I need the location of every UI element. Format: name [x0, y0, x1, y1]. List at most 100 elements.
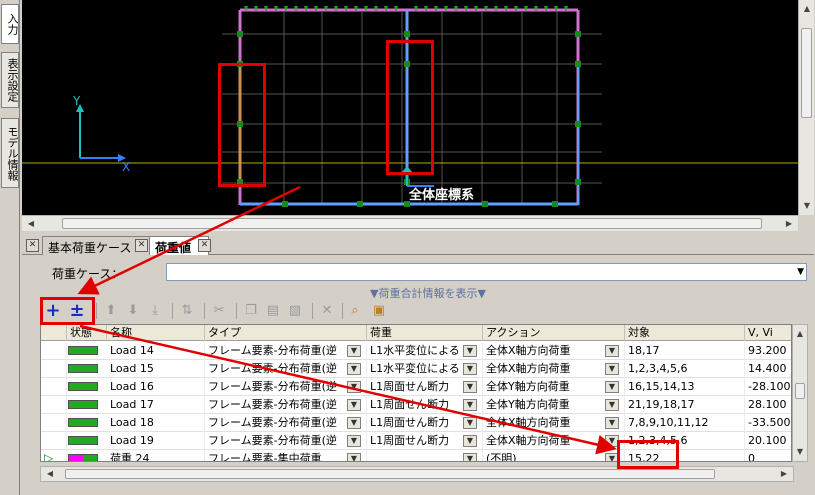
cell-target[interactable]: 21,19,18,17	[625, 396, 745, 414]
scroll-right-icon[interactable]: ▶	[777, 467, 791, 481]
cell-target[interactable]: 16,15,14,13	[625, 378, 745, 396]
side-tab-display-settings[interactable]: 表示設定	[1, 52, 19, 108]
cell-action[interactable]: (不明) ▼	[483, 450, 625, 461]
chevron-down-icon[interactable]: ▼	[463, 381, 477, 393]
table-row[interactable]: Load 15 フレーム要素-分布荷重(逆 ▼ L1水平変位による ▼ 全体X軸方向荷重 ▼…	[41, 360, 791, 378]
view-vscroll-thumb[interactable]	[801, 28, 812, 118]
view-horizontal-scrollbar[interactable]: ◀ ▶	[22, 215, 798, 231]
chevron-down-icon[interactable]: ▼	[463, 345, 477, 357]
copy-icon[interactable]: ❐	[242, 302, 260, 320]
grid-vertical-scrollbar[interactable]: ▲ ▼	[792, 324, 808, 462]
cell-name[interactable]: Load 18	[107, 414, 205, 432]
chevron-down-icon[interactable]: ▼	[347, 381, 361, 393]
cell-value[interactable]: 93.200	[745, 342, 791, 360]
cell-type[interactable]: フレーム要素-集中荷重 ▼	[205, 450, 367, 461]
cell-value[interactable]: 20.100	[745, 432, 791, 450]
table-row[interactable]: Load 17 フレーム要素-分布荷重(逆 ▼ L1周面せん断力 ▼ 全体Y軸方向荷重 ▼ 2…	[41, 396, 791, 414]
grid-vscroll-thumb[interactable]	[795, 383, 805, 399]
scroll-down-icon[interactable]: ▼	[800, 199, 814, 213]
view-vertical-scrollbar[interactable]: ▲ ▼	[798, 0, 814, 215]
zoom-icon[interactable]: ⌕	[346, 302, 364, 320]
cell-value[interactable]: -33.500	[745, 414, 791, 432]
chevron-down-icon[interactable]: ▼	[605, 417, 619, 429]
scroll-up-icon[interactable]: ▲	[793, 327, 807, 341]
cell-name[interactable]: Load 19	[107, 432, 205, 450]
cell-value[interactable]: 0	[745, 450, 791, 461]
chevron-down-icon[interactable]: ▼	[605, 363, 619, 375]
grid-hscroll-thumb[interactable]	[65, 469, 715, 479]
table-row[interactable]: Load 14 フレーム要素-分布荷重(逆 ▼ L1水平変位による ▼ 全体X軸方向荷重 ▼…	[41, 342, 791, 360]
chevron-down-icon[interactable]: ▼	[347, 417, 361, 429]
cell-name[interactable]: Load 17	[107, 396, 205, 414]
move-down-icon[interactable]: ⬇	[124, 302, 142, 320]
cell-type[interactable]: フレーム要素-分布荷重(逆 ▼	[205, 414, 367, 432]
cell-name[interactable]: 荷重 24	[107, 450, 205, 461]
cell-type[interactable]: フレーム要素-分布荷重(逆 ▼	[205, 378, 367, 396]
cell-type[interactable]: フレーム要素-分布荷重(逆 ▼	[205, 360, 367, 378]
cell-target[interactable]: 1,2,3,4,5,6	[625, 360, 745, 378]
cell-action[interactable]: 全体X軸方向荷重 ▼	[483, 360, 625, 378]
cell-type[interactable]: フレーム要素-分布荷重(逆 ▼	[205, 432, 367, 450]
cell-action[interactable]: 全体X軸方向荷重 ▼	[483, 432, 625, 450]
chevron-down-icon[interactable]: ▼	[605, 381, 619, 393]
chevron-down-icon[interactable]: ▼	[463, 417, 477, 429]
cell-type[interactable]: フレーム要素-分布荷重(逆 ▼	[205, 396, 367, 414]
col-name[interactable]: 名称	[107, 325, 205, 341]
cell-load[interactable]: L1周面せん断力 ▼	[367, 432, 483, 450]
table-row[interactable]: Load 19 フレーム要素-分布荷重(逆 ▼ L1周面せん断力 ▼ 全体X軸方向荷重 ▼ 1…	[41, 432, 791, 450]
col-status[interactable]: 状態	[67, 325, 107, 341]
chevron-down-icon[interactable]: ▼	[347, 453, 361, 461]
cell-action[interactable]: 全体Y軸方向荷重 ▼	[483, 378, 625, 396]
chevron-down-icon[interactable]: ▼	[347, 399, 361, 411]
scroll-left-icon[interactable]: ◀	[24, 217, 38, 231]
load-case-select[interactable]: ▼	[166, 263, 807, 281]
scroll-down-icon[interactable]: ▼	[793, 445, 807, 459]
col-action[interactable]: アクション	[483, 325, 625, 341]
side-tab-input[interactable]: 入力	[1, 4, 19, 44]
cell-name[interactable]: Load 14	[107, 342, 205, 360]
chevron-down-icon[interactable]: ▼	[605, 345, 619, 357]
chevron-down-icon[interactable]: ▼	[463, 363, 477, 375]
col-value[interactable]: V, Vi	[745, 325, 791, 341]
chevron-down-icon[interactable]: ▼	[463, 453, 477, 461]
paste-icon[interactable]: ▤	[264, 302, 282, 320]
chevron-down-icon[interactable]: ▼	[347, 345, 361, 357]
table-row[interactable]: ▷ 荷重 24 フレーム要素-集中荷重 ▼ ▼ (不明) ▼ 15,22 0	[41, 450, 791, 461]
cell-load[interactable]: ▼	[367, 450, 483, 461]
scissors-icon[interactable]: ✂	[210, 302, 228, 320]
scroll-left-icon[interactable]: ◀	[43, 467, 57, 481]
col-type[interactable]: タイプ	[205, 325, 367, 341]
cell-value[interactable]: 28.100	[745, 396, 791, 414]
close-panel-icon[interactable]: ✕	[26, 239, 39, 252]
cell-load[interactable]: L1水平変位による ▼	[367, 342, 483, 360]
move-up-icon[interactable]: ⬆	[102, 302, 120, 320]
cell-target[interactable]: 7,8,9,10,11,12	[625, 414, 745, 432]
cell-load[interactable]: L1周面せん断力 ▼	[367, 378, 483, 396]
table-row[interactable]: Load 18 フレーム要素-分布荷重(逆 ▼ L1周面せん断力 ▼ 全体X軸方向荷重 ▼ 7…	[41, 414, 791, 432]
col-target[interactable]: 対象	[625, 325, 745, 341]
cell-load[interactable]: L1水平変位による ▼	[367, 360, 483, 378]
scroll-right-icon[interactable]: ▶	[782, 217, 796, 231]
close-tab-load-value-icon[interactable]: ✕	[198, 239, 211, 252]
load-summary-toggle[interactable]: ▼荷重合計情報を表示▼	[370, 285, 486, 301]
view-hscroll-thumb[interactable]	[62, 218, 762, 229]
chevron-down-icon[interactable]: ▼	[347, 435, 361, 447]
cell-name[interactable]: Load 15	[107, 360, 205, 378]
cell-action[interactable]: 全体X軸方向荷重 ▼	[483, 414, 625, 432]
cell-load[interactable]: L1周面せん断力 ▼	[367, 414, 483, 432]
cell-value[interactable]: -28.100	[745, 378, 791, 396]
move-bottom-icon[interactable]: ⤓	[146, 302, 164, 320]
cell-action[interactable]: 全体X軸方向荷重 ▼	[483, 342, 625, 360]
cell-action[interactable]: 全体Y軸方向荷重 ▼	[483, 396, 625, 414]
chevron-down-icon[interactable]: ▼	[463, 399, 477, 411]
table-row[interactable]: Load 16 フレーム要素-分布荷重(逆 ▼ L1周面せん断力 ▼ 全体Y軸方向荷重 ▼ 1…	[41, 378, 791, 396]
col-load[interactable]: 荷重	[367, 325, 483, 341]
cell-name[interactable]: Load 16	[107, 378, 205, 396]
delete-icon[interactable]: ✕	[318, 302, 336, 320]
close-tab-base-case-icon[interactable]: ✕	[135, 239, 148, 252]
chevron-down-icon[interactable]: ▼	[605, 399, 619, 411]
cell-type[interactable]: フレーム要素-分布荷重(逆 ▼	[205, 342, 367, 360]
cell-load[interactable]: L1周面せん断力 ▼	[367, 396, 483, 414]
paste-special-icon[interactable]: ▧	[286, 302, 304, 320]
chevron-down-icon[interactable]: ▼	[463, 435, 477, 447]
